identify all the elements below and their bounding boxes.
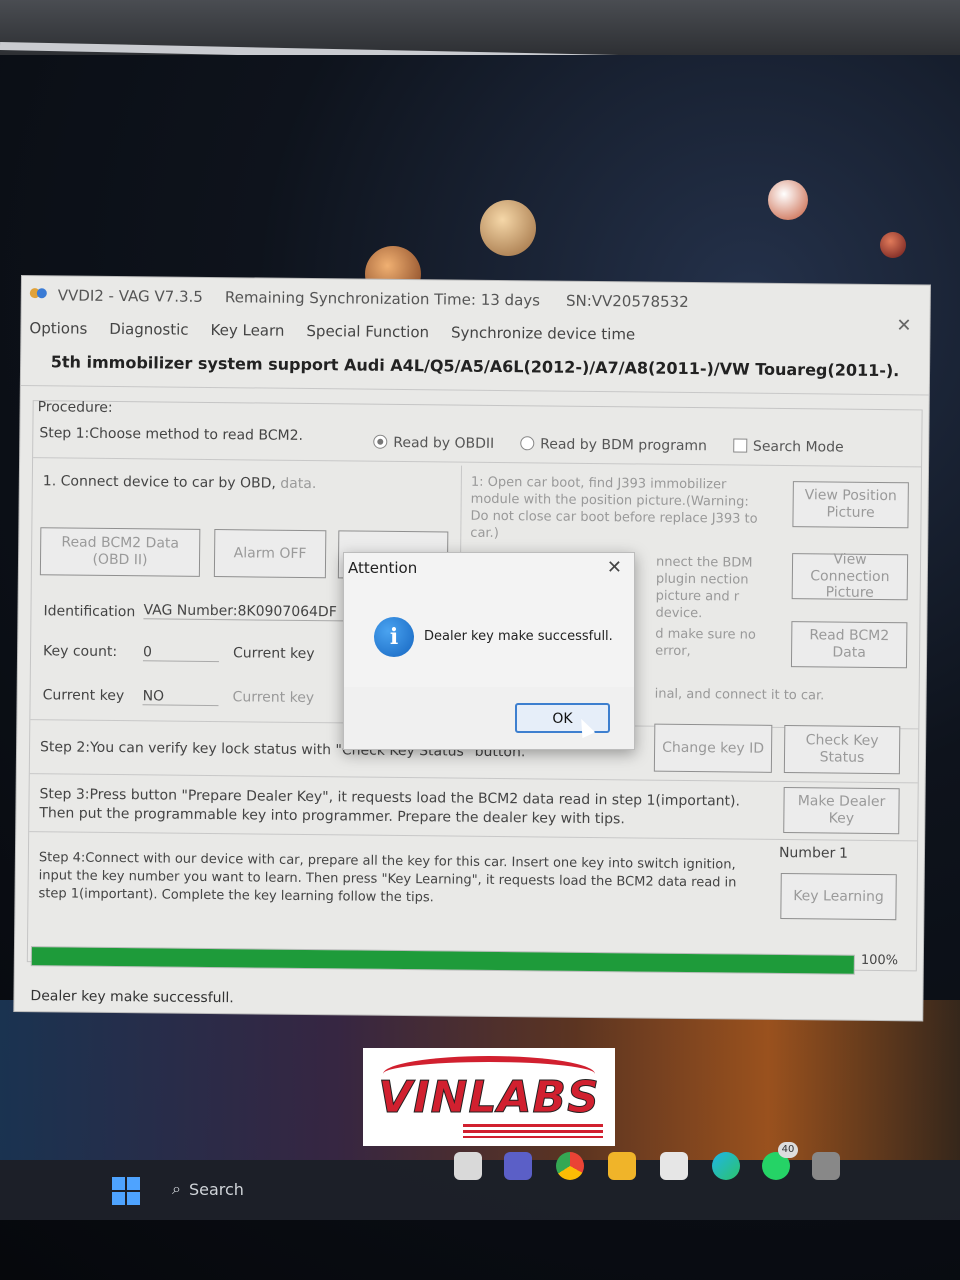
dialog-title: Attention [348, 559, 418, 577]
bdm-step1-text: 1: Open car boot, find J393 immobilizer … [470, 474, 758, 542]
taskbar-search-label: Search [188, 1179, 244, 1199]
taskbar-search[interactable]: ⌕ Search [172, 1176, 292, 1202]
wallpaper-orb [880, 232, 906, 258]
step1-label: Step 1:Choose method to read BCM2. [39, 425, 304, 444]
divider [29, 773, 918, 784]
search-icon: ⌕ [172, 1179, 181, 1198]
chrome-icon[interactable] [556, 1152, 584, 1180]
read-bcm2-data-button[interactable]: Read BCM2 Data [790, 621, 908, 669]
store-icon[interactable] [660, 1152, 688, 1180]
divider [33, 457, 922, 468]
support-headline: 5th immobilizer system support Audi A4L/… [20, 351, 930, 396]
radio-selected-icon [373, 434, 388, 449]
radio-icon [520, 436, 535, 451]
step4-label: Step 4:Connect with our device with car,… [38, 850, 737, 906]
step3-label: Step 3:Press button "Prepare Dealer Key"… [39, 786, 741, 828]
read-method-options: Read by OBDII Read by BDM programn Searc… [373, 434, 844, 456]
wallpaper-orb [480, 200, 536, 256]
radio-read-obdii[interactable]: Read by OBDII [373, 434, 495, 452]
read-bcm2-obd-button[interactable]: Read BCM2 Data (OBD II) [39, 527, 201, 577]
view-position-picture-button[interactable]: View Position Picture [792, 481, 909, 529]
number-label: Number [778, 844, 836, 862]
change-key-id-button[interactable]: Change key ID [653, 723, 773, 773]
key-count-field: 0 [142, 644, 220, 663]
info-icon: i [374, 617, 414, 657]
connect-instruction-text: 1. Connect device to car by OBD, [42, 473, 276, 492]
menu-special-function[interactable]: Special Function [306, 322, 429, 341]
status-text: Dealer key make successfull. [30, 988, 234, 1007]
radio-read-obdii-label: Read by OBDII [393, 434, 495, 452]
logo-swoosh [383, 1056, 595, 1092]
progress-percent: 100% [860, 952, 899, 969]
notification-badge: 40 [778, 1142, 798, 1158]
dialog-message: Dealer key make successfull. [424, 629, 613, 644]
attention-dialog: Attention ✕ i Dealer key make successful… [343, 552, 635, 750]
app-logo-icon [29, 288, 52, 302]
current-key-label: Current key [232, 689, 315, 707]
app-icon[interactable] [812, 1152, 840, 1180]
number-field[interactable]: 1 [839, 846, 848, 862]
identification-field: VAG Number:8K0907064DF [143, 602, 344, 622]
connect-instruction: 1. Connect device to car by OBD, data. [43, 473, 317, 492]
sync-time: Remaining Synchronization Time: 13 days [224, 288, 541, 310]
file-explorer-icon[interactable] [454, 1152, 482, 1180]
identification-label: Identification [43, 603, 136, 621]
menu-diagnostic[interactable]: Diagnostic [109, 320, 188, 339]
search-mode-label: Search Mode [752, 438, 844, 456]
menu-key-learn[interactable]: Key Learn [210, 321, 284, 340]
window-close-icon[interactable]: ✕ [896, 315, 911, 336]
window-title: VVDI2 - VAG V7.3.5 [57, 286, 203, 306]
ok-button[interactable]: OK [515, 703, 610, 733]
bdm-step4-text: inal, and connect it to car. [654, 686, 825, 704]
key-count-label: Key count: [42, 643, 118, 661]
teams-icon[interactable] [504, 1152, 532, 1180]
alarm-off-button[interactable]: Alarm OFF [213, 529, 327, 579]
radio-read-bdm[interactable]: Read by BDM programn [520, 436, 707, 454]
dialog-close-icon[interactable]: ✕ [607, 557, 622, 578]
wallpaper-orb [768, 180, 808, 220]
menu-synchronize-device-time[interactable]: Synchronize device time [451, 323, 635, 343]
key-learning-button[interactable]: Key Learning [780, 872, 897, 921]
radio-read-bdm-label: Read by BDM programn [540, 436, 708, 455]
menu-options[interactable]: Options [29, 319, 87, 338]
search-mode-checkbox[interactable]: Search Mode [732, 438, 844, 456]
current-key-label: Current key [232, 645, 315, 663]
current-key-field: NO [142, 688, 219, 707]
vinlabs-logo: VINLABS [363, 1048, 615, 1146]
folder-icon[interactable] [608, 1152, 636, 1180]
make-dealer-key-button[interactable]: Make Dealer Key [783, 787, 900, 835]
edge-icon[interactable] [712, 1152, 740, 1180]
view-connection-picture-button[interactable]: View Connection Picture [791, 551, 909, 601]
check-key-status-button[interactable]: Check Key Status [783, 725, 901, 775]
logo-stripes [463, 1124, 603, 1138]
serial-number: SN:VV20578532 [565, 291, 689, 311]
connect-instruction-tail: data. [280, 475, 317, 493]
bdm-step3-text: d make sure no error, [655, 626, 756, 660]
current-key-label: Current key [42, 687, 125, 705]
procedure-title: Procedure: [37, 399, 113, 416]
checkbox-icon [732, 438, 748, 453]
windows-start-icon[interactable] [112, 1177, 140, 1205]
bdm-step2-text: nnect the BDM plugin nection picture and… [655, 554, 753, 622]
